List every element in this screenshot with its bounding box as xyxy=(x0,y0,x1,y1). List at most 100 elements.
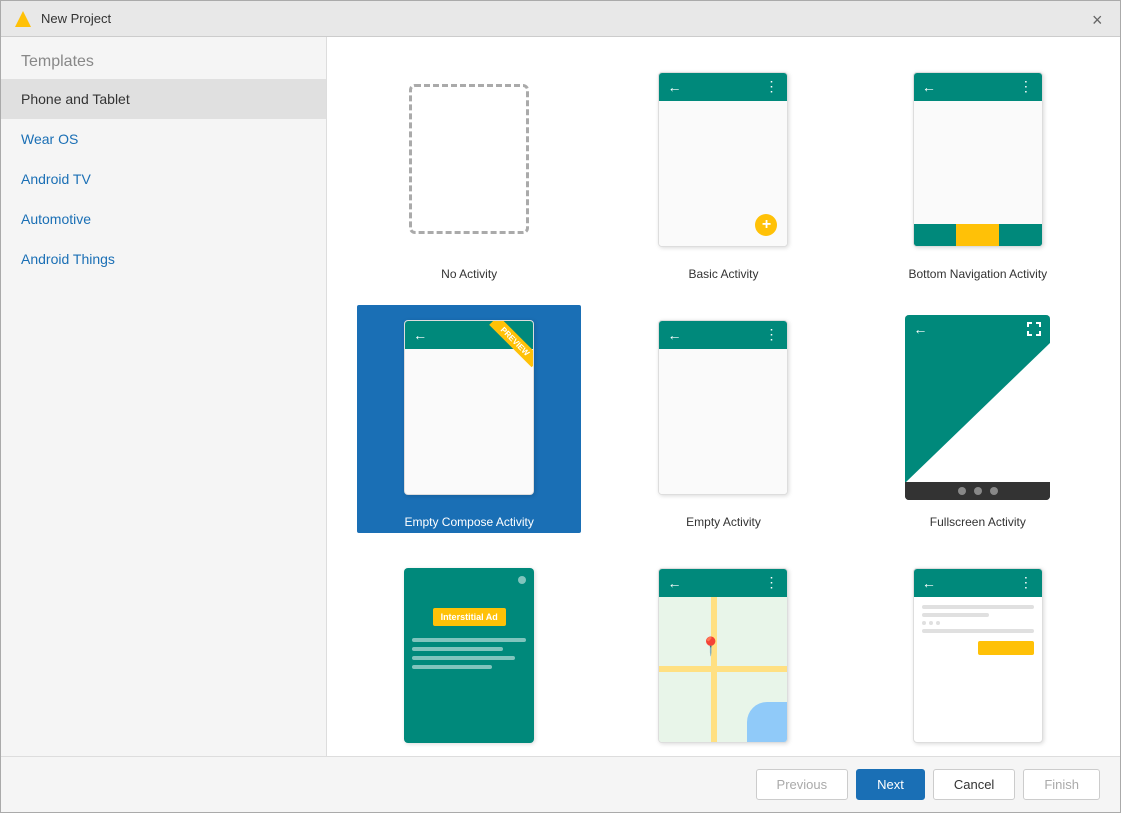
template-empty-compose-preview: ← PREVIEW xyxy=(389,307,549,507)
app-icon xyxy=(13,9,33,29)
master-mockup: ← ⋮ xyxy=(913,568,1043,743)
previous-button[interactable]: Previous xyxy=(756,769,849,800)
menu-icon: ⋮ xyxy=(1019,78,1034,95)
nav-dot-3 xyxy=(990,487,998,495)
master-line-1 xyxy=(922,605,1034,609)
back-arrow-icon: ← xyxy=(922,575,936,591)
template-maps-activity[interactable]: ← ⋮ 📍 Google Maps Activity xyxy=(611,553,835,756)
template-empty-activity-label: Empty Activity xyxy=(680,513,767,531)
back-arrow-icon: ← xyxy=(913,321,927,337)
interstitial-dot xyxy=(518,576,526,584)
template-maps-activity-preview: ← ⋮ 📍 xyxy=(643,555,803,755)
next-button[interactable]: Next xyxy=(856,769,925,800)
body: Templates Phone and Tablet Wear OS Andro… xyxy=(1,37,1120,756)
bottom-nav-bar xyxy=(914,224,1042,246)
fullscreen-top-bar: ← xyxy=(905,315,1050,343)
no-activity-box xyxy=(409,84,529,234)
master-header: ← ⋮ xyxy=(914,569,1042,597)
window-title: New Project xyxy=(41,11,111,26)
fab-button: + xyxy=(755,214,777,236)
map-water xyxy=(747,702,787,742)
basic-activity-header: ← ⋮ xyxy=(659,73,787,101)
sidebar: Templates Phone and Tablet Wear OS Andro… xyxy=(1,37,327,756)
templates-grid: No Activity ← ⋮ + xyxy=(327,37,1120,756)
bottom-nav-header: ← ⋮ xyxy=(914,73,1042,101)
preview-ribbon-text: PREVIEW xyxy=(489,321,533,367)
template-basic-activity-preview: ← ⋮ + xyxy=(643,59,803,259)
bottom-nav-body xyxy=(914,101,1042,224)
map-pin: 📍 xyxy=(699,637,721,658)
sidebar-item-phone-tablet[interactable]: Phone and Tablet xyxy=(1,79,326,119)
template-master-detail[interactable]: ← ⋮ xyxy=(866,553,1090,756)
map-mockup: ← ⋮ 📍 xyxy=(658,568,788,743)
template-interstitial-ad[interactable]: Interstitial Ad Interstitial Ad xyxy=(357,553,581,756)
interstitial-badge: Interstitial Ad xyxy=(433,608,506,626)
template-fullscreen-label: Fullscreen Activity xyxy=(924,513,1032,531)
preview-ribbon: PREVIEW xyxy=(473,321,533,381)
back-arrow-icon: ← xyxy=(667,79,681,95)
back-arrow-icon: ← xyxy=(922,79,936,95)
nav-item-3 xyxy=(999,224,1042,246)
empty-activity-body xyxy=(659,349,787,494)
fullscreen-bottom-bar xyxy=(905,482,1050,500)
footer: Previous Next Cancel Finish xyxy=(1,756,1120,812)
template-empty-compose[interactable]: ← PREVIEW Empty Compose Activity xyxy=(357,305,581,533)
expand-icon xyxy=(1026,321,1042,337)
nav-dot-1 xyxy=(958,487,966,495)
fullscreen-mockup: ← xyxy=(905,315,1050,500)
interstitial-mockup: Interstitial Ad xyxy=(404,568,534,743)
template-basic-activity[interactable]: ← ⋮ + Basic Activity xyxy=(611,57,835,285)
menu-icon: ⋮ xyxy=(764,574,779,591)
interstitial-lines xyxy=(412,638,526,674)
master-body xyxy=(914,597,1042,742)
sidebar-item-wear-os[interactable]: Wear OS xyxy=(1,119,326,159)
sidebar-item-android-things[interactable]: Android Things xyxy=(1,239,326,279)
map-header: ← ⋮ xyxy=(659,569,787,597)
new-project-window: New Project × Templates Phone and Tablet… xyxy=(0,0,1121,813)
cancel-button[interactable]: Cancel xyxy=(933,769,1015,800)
master-dots xyxy=(922,621,1034,625)
main-content: No Activity ← ⋮ + xyxy=(327,37,1120,756)
template-basic-activity-label: Basic Activity xyxy=(682,265,764,283)
sidebar-item-android-tv[interactable]: Android TV xyxy=(1,159,326,199)
template-empty-compose-label: Empty Compose Activity xyxy=(398,513,539,531)
empty-activity-mockup: ← ⋮ xyxy=(658,320,788,495)
titlebar: New Project × xyxy=(1,1,1120,37)
back-arrow-icon: ← xyxy=(413,327,427,343)
menu-icon: ⋮ xyxy=(764,326,779,343)
template-master-detail-preview: ← ⋮ xyxy=(898,555,1058,755)
template-fullscreen-preview: ← xyxy=(898,307,1058,507)
template-bottom-nav-label: Bottom Navigation Activity xyxy=(902,265,1053,283)
sidebar-item-automotive[interactable]: Automotive xyxy=(1,199,326,239)
close-button[interactable]: × xyxy=(1092,11,1108,27)
empty-activity-header: ← ⋮ xyxy=(659,321,787,349)
nav-item-1 xyxy=(914,224,957,246)
map-body: 📍 xyxy=(659,597,787,742)
map-road-horizontal xyxy=(659,666,787,672)
basic-activity-mockup: ← ⋮ + xyxy=(658,72,788,247)
back-arrow-icon: ← xyxy=(667,575,681,591)
template-bottom-nav[interactable]: ← ⋮ Bottom Navigation Activity xyxy=(866,57,1090,285)
master-line-2 xyxy=(922,613,989,617)
template-interstitial-ad-preview: Interstitial Ad xyxy=(389,555,549,755)
template-bottom-nav-preview: ← ⋮ xyxy=(898,59,1058,259)
template-fullscreen[interactable]: ← xyxy=(866,305,1090,533)
map-road-vertical xyxy=(711,597,717,742)
menu-icon: ⋮ xyxy=(764,78,779,95)
finish-button[interactable]: Finish xyxy=(1023,769,1100,800)
basic-activity-body: + xyxy=(659,101,787,246)
titlebar-left: New Project xyxy=(13,9,111,29)
master-yellow-bar xyxy=(978,641,1034,655)
bottom-nav-mockup: ← ⋮ xyxy=(913,72,1043,247)
fullscreen-screen: ← xyxy=(905,315,1050,482)
template-empty-activity[interactable]: ← ⋮ Empty Activity xyxy=(611,305,835,533)
compose-mockup: ← PREVIEW xyxy=(404,320,534,495)
template-no-activity[interactable]: No Activity xyxy=(357,57,581,285)
template-empty-activity-preview: ← ⋮ xyxy=(643,307,803,507)
sidebar-header: Templates xyxy=(1,37,326,79)
diagonal-decoration xyxy=(905,343,1050,482)
nav-item-2 xyxy=(956,224,999,246)
template-no-activity-label: No Activity xyxy=(435,265,503,283)
master-line-3 xyxy=(922,629,1034,633)
template-no-activity-preview xyxy=(389,59,549,259)
